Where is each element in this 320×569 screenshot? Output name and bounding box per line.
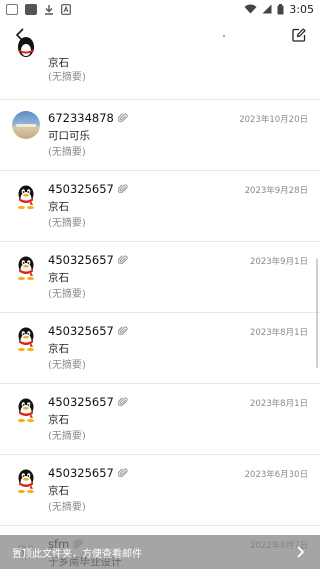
pin-folder-banner[interactable]: 置顶此文件夹，方便查看邮件: [0, 535, 320, 569]
mail-subject: 京石: [48, 343, 69, 355]
avatar: [12, 32, 40, 60]
avatar: [12, 466, 40, 494]
mail-summary: (无摘要): [48, 502, 86, 513]
mail-subject: 京石: [48, 272, 69, 284]
header: [0, 18, 320, 50]
paperclip-icon: [117, 468, 128, 478]
chevron-right-icon: [294, 545, 308, 559]
scrollbar[interactable]: [316, 258, 318, 368]
status-bar: 3:05: [0, 0, 320, 18]
mail-sender: 450325657: [48, 466, 128, 480]
mail-item[interactable]: 450325657 2023年9月28日京石 (无摘要): [0, 171, 320, 242]
battery-icon: [277, 3, 284, 14]
status-time: 3:05: [289, 2, 314, 16]
mail-date: 2023年8月1日: [250, 328, 308, 338]
notification-icon: [6, 3, 18, 15]
avatar: [12, 182, 40, 210]
mail-summary: (无摘要): [48, 289, 86, 300]
qq-penguin-icon: [18, 37, 34, 57]
paperclip-icon: [117, 255, 128, 265]
sender-name: 672334878: [48, 111, 114, 125]
mail-item-partial[interactable]: 京石 (无摘要): [0, 37, 320, 100]
avatar: [12, 395, 40, 423]
mail-item[interactable]: 672334878 2023年10月20日可口可乐 (无摘要): [0, 100, 320, 171]
paperclip-icon: [117, 184, 128, 194]
paperclip-icon: [117, 397, 128, 407]
compose-icon: [292, 28, 306, 42]
avatar: [12, 253, 40, 281]
mail-item[interactable]: 450325657 2023年9月1日京石 (无摘要): [0, 242, 320, 313]
paperclip-icon: [117, 113, 128, 123]
mail-list: 京石 (无摘要) 672334878 2023年10月20日 可口可乐 (无摘要) 45…: [0, 37, 320, 569]
qq-penguin-icon: [18, 398, 34, 423]
mail-summary: (无摘要): [48, 431, 86, 442]
qq-penguin-icon: [18, 327, 34, 352]
mail-summary: (无摘要): [48, 218, 86, 229]
qq-penguin-icon: [18, 469, 34, 494]
sender-name: 450325657: [48, 395, 114, 409]
paperclip-icon: [117, 255, 128, 265]
sender-name: 450325657: [48, 324, 114, 338]
mail-date: 2023年10月20日: [239, 115, 308, 125]
mail-sender: 672334878: [48, 111, 128, 125]
qq-penguin-icon: [18, 256, 34, 281]
mail-date: 2023年9月28日: [244, 186, 308, 196]
mail-summary: (无摘要): [48, 360, 86, 371]
sender-name: 450325657: [48, 182, 114, 196]
mail-summary: (无摘要): [48, 72, 86, 83]
mail-subject: 京石: [48, 485, 69, 497]
mail-subject: 京石: [48, 414, 69, 426]
banner-text: 置顶此文件夹，方便查看邮件: [12, 548, 142, 560]
mail-subject: 可口可乐: [48, 130, 90, 142]
mail-summary: (无摘要): [48, 147, 86, 158]
paperclip-icon: [117, 184, 128, 194]
paperclip-icon: [117, 468, 128, 478]
mail-date: 2023年6月30日: [244, 470, 308, 480]
paperclip-icon: [117, 326, 128, 336]
download-icon: [45, 4, 53, 15]
app-notification-icon: [25, 3, 37, 15]
mail-date: 2023年9月1日: [250, 257, 308, 267]
signal-icon: [262, 4, 272, 14]
folder-title: [223, 35, 225, 37]
mail-date: 2023年8月1日: [250, 399, 308, 409]
avatar: [12, 324, 40, 352]
mail-sender: 450325657: [48, 253, 128, 267]
wifi-icon: [244, 4, 257, 14]
mail-item[interactable]: 450325657 2023年8月1日京石 (无摘要): [0, 384, 320, 455]
sender-name: 450325657: [48, 466, 114, 480]
avatar: [12, 111, 40, 139]
mail-item[interactable]: 450325657 2023年6月30日京石 (无摘要): [0, 455, 320, 526]
mail-sender: 450325657: [48, 324, 128, 338]
mail-sender: 450325657: [48, 182, 128, 196]
qq-penguin-icon: [18, 185, 34, 210]
mail-subject: 京石: [48, 201, 69, 213]
paperclip-icon: [117, 326, 128, 336]
paperclip-icon: [117, 397, 128, 407]
compose-button[interactable]: [288, 24, 310, 46]
sender-name: 450325657: [48, 253, 114, 267]
mail-sender: 450325657: [48, 395, 128, 409]
photo-avatar: [12, 111, 40, 139]
paperclip-icon: [117, 113, 128, 123]
mail-item[interactable]: 450325657 2023年8月1日京石 (无摘要): [0, 313, 320, 384]
font-app-icon: [61, 3, 71, 15]
